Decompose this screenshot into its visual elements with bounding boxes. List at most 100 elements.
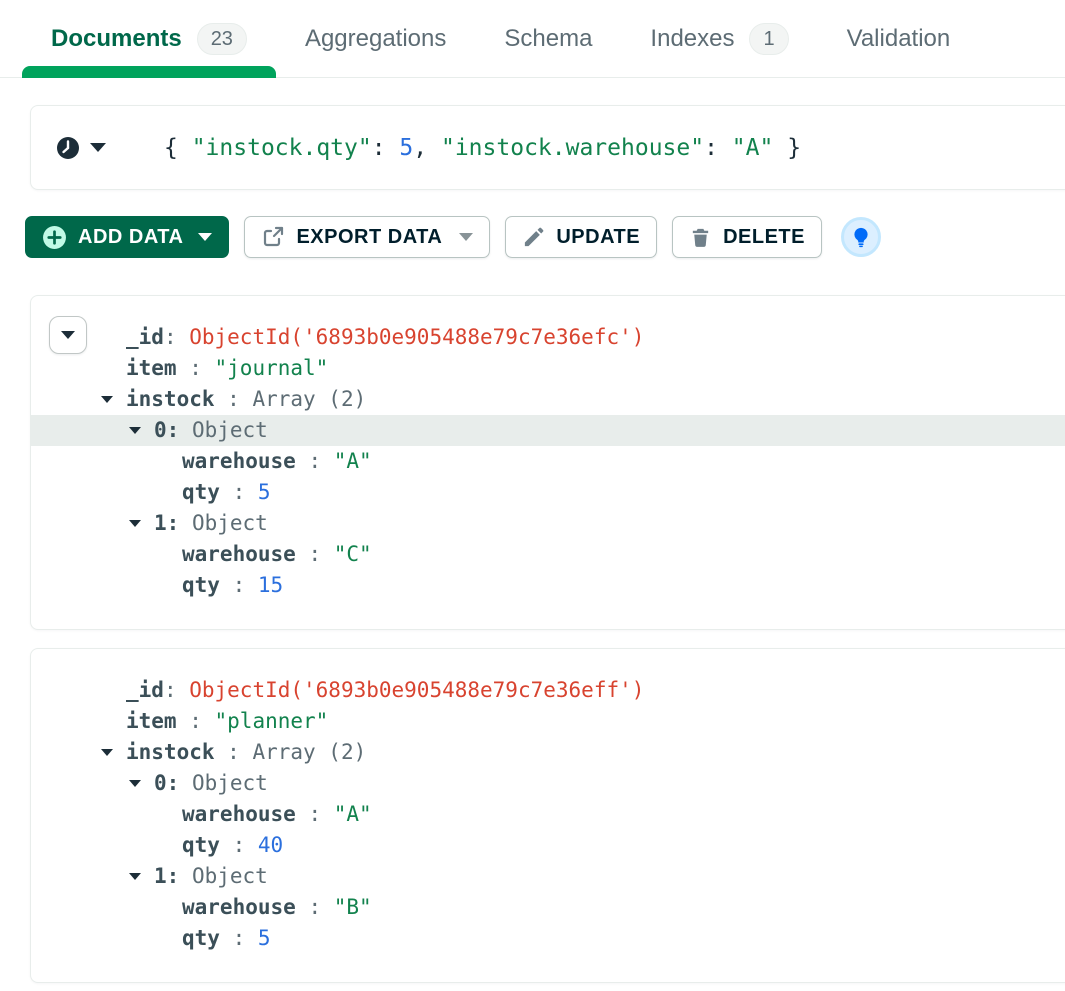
query-token: } xyxy=(773,135,801,161)
field-key: _id xyxy=(126,325,164,349)
document-card: _id: ObjectId('6893b0e905488e79c7e36efc'… xyxy=(30,295,1065,630)
field-value: "C" xyxy=(334,542,372,566)
field-key: 1: xyxy=(154,511,179,535)
field-separator: : xyxy=(164,678,189,702)
query-filter-input[interactable]: { "instock.qty": 5, "instock.warehouse":… xyxy=(164,135,801,161)
document-card: _id: ObjectId('6893b0e905488e79c7e36eff'… xyxy=(30,648,1065,983)
field-value: 15 xyxy=(258,573,283,597)
query-token: "instock.warehouse" xyxy=(441,135,704,161)
tab-documents[interactable]: Documents 23 xyxy=(22,0,276,77)
tab-count-badge: 1 xyxy=(749,23,788,55)
collection-tab-bar: Documents 23 Aggregations Schema Indexes 1 Val… xyxy=(0,0,1065,78)
field-value: "B" xyxy=(334,895,372,919)
field-value: "A" xyxy=(334,449,372,473)
document-field-row[interactable]: 1: Object xyxy=(31,861,1065,892)
field-key: item xyxy=(126,709,177,733)
chevron-down-icon xyxy=(198,233,212,241)
documents-toolbar: ADD DATA EXPORT DATA UPDATE xyxy=(25,216,1065,258)
tab-schema[interactable]: Schema xyxy=(475,0,621,77)
delete-button[interactable]: DELETE xyxy=(672,216,822,258)
query-history-button[interactable] xyxy=(56,136,106,160)
document-field-row[interactable]: qty : 40 xyxy=(31,830,1065,861)
document-field-row[interactable]: warehouse : "B" xyxy=(31,892,1065,923)
field-key: warehouse xyxy=(182,802,296,826)
document-field-row[interactable]: _id: ObjectId('6893b0e905488e79c7e36eff'… xyxy=(31,675,1065,706)
tabs-container: Documents 23 Aggregations Schema Indexes 1 Val… xyxy=(22,0,979,77)
add-data-button[interactable]: ADD DATA xyxy=(25,216,229,258)
expand-caret-icon[interactable] xyxy=(101,749,113,756)
field-separator: : xyxy=(296,802,334,826)
expand-caret-icon[interactable] xyxy=(101,396,113,403)
document-field-row[interactable]: warehouse : "A" xyxy=(31,446,1065,477)
document-field-row[interactable]: item : "journal" xyxy=(31,353,1065,384)
tab-label: Documents xyxy=(51,25,182,53)
field-separator: : xyxy=(296,895,334,919)
field-separator xyxy=(179,864,192,888)
query-token: : xyxy=(372,135,400,161)
expand-caret-icon[interactable] xyxy=(129,780,141,787)
field-separator: : xyxy=(296,449,334,473)
field-key: _id xyxy=(126,678,164,702)
field-value: "A" xyxy=(334,802,372,826)
document-field-row[interactable]: _id: ObjectId('6893b0e905488e79c7e36efc'… xyxy=(31,322,1065,353)
field-separator: : xyxy=(220,926,258,950)
document-field-row[interactable]: instock : Array (2) xyxy=(31,384,1065,415)
document-field-row[interactable]: 1: Object xyxy=(31,508,1065,539)
field-value: Object xyxy=(192,511,268,535)
field-value: "planner" xyxy=(215,709,329,733)
document-field-row[interactable]: qty : 15 xyxy=(31,570,1065,601)
document-field-row[interactable]: qty : 5 xyxy=(31,923,1065,954)
field-key: instock xyxy=(126,387,215,411)
field-key: 0: xyxy=(154,771,179,795)
field-separator: : xyxy=(220,573,258,597)
tab-label: Validation xyxy=(847,25,951,53)
query-token: "instock.qty" xyxy=(192,135,372,161)
query-bar: { "instock.qty": 5, "instock.warehouse":… xyxy=(30,105,1065,190)
field-key: qty xyxy=(182,480,220,504)
field-value: "journal" xyxy=(215,356,329,380)
field-separator: : xyxy=(177,356,215,380)
plus-circle-icon xyxy=(42,225,67,250)
field-key: 0: xyxy=(154,418,179,442)
document-field-row[interactable]: 0: Object xyxy=(31,415,1065,446)
update-button[interactable]: UPDATE xyxy=(505,216,657,258)
tab-aggregations[interactable]: Aggregations xyxy=(276,0,475,77)
tab-label: Aggregations xyxy=(305,25,446,53)
field-key: instock xyxy=(126,740,215,764)
tab-indexes[interactable]: Indexes 1 xyxy=(621,0,817,77)
document-field-row[interactable]: item : "planner" xyxy=(31,706,1065,737)
field-key: warehouse xyxy=(182,895,296,919)
field-value: Object xyxy=(192,864,268,888)
lightbulb-icon xyxy=(850,226,872,248)
field-value: 5 xyxy=(258,480,271,504)
document-field-row[interactable]: instock : Array (2) xyxy=(31,737,1065,768)
tab-validation[interactable]: Validation xyxy=(818,0,980,77)
document-field-row[interactable]: 0: Object xyxy=(31,768,1065,799)
document-field-row[interactable]: warehouse : "C" xyxy=(31,539,1065,570)
field-key: warehouse xyxy=(182,449,296,473)
chevron-down-icon xyxy=(90,143,106,152)
document-list: _id: ObjectId('6893b0e905488e79c7e36efc'… xyxy=(0,295,1065,983)
export-icon xyxy=(261,225,285,249)
field-key: qty xyxy=(182,833,220,857)
field-value: Object xyxy=(192,771,268,795)
query-token: 5 xyxy=(399,135,413,161)
field-key: qty xyxy=(182,573,220,597)
document-field-row[interactable]: qty : 5 xyxy=(31,477,1065,508)
expand-caret-icon[interactable] xyxy=(129,873,141,880)
expand-caret-icon[interactable] xyxy=(129,520,141,527)
tab-label: Indexes xyxy=(650,25,734,53)
tab-count-badge: 23 xyxy=(197,23,247,55)
field-separator xyxy=(179,771,192,795)
field-key: 1: xyxy=(154,864,179,888)
tab-label: Schema xyxy=(504,25,592,53)
query-token: { xyxy=(164,135,192,161)
document-field-row[interactable]: warehouse : "A" xyxy=(31,799,1065,830)
expand-caret-icon[interactable] xyxy=(129,427,141,434)
query-insights-button[interactable] xyxy=(841,217,881,257)
export-data-button[interactable]: EXPORT DATA xyxy=(244,216,490,258)
add-data-label: ADD DATA xyxy=(78,226,183,249)
delete-label: DELETE xyxy=(723,226,805,249)
chevron-down-icon xyxy=(459,233,473,241)
query-token: : xyxy=(704,135,732,161)
